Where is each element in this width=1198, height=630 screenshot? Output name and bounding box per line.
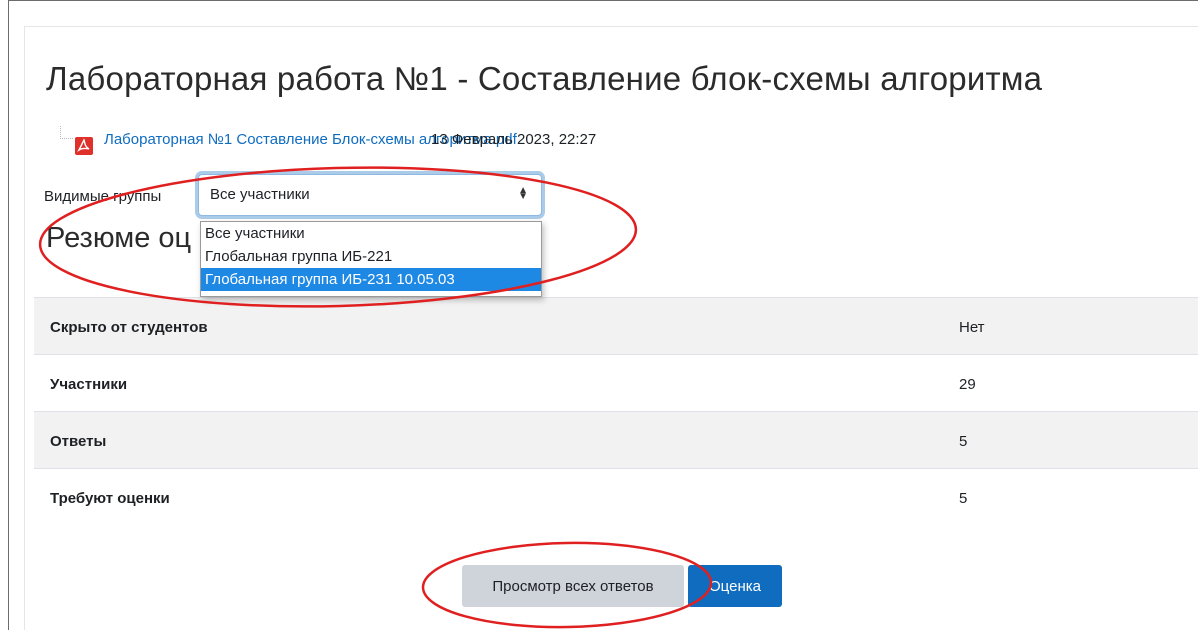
row-value: 5 — [959, 490, 968, 507]
dropdown-option[interactable]: Все участники — [201, 222, 541, 245]
table-row: Скрыто от студентов Нет — [34, 297, 1198, 354]
row-value: 29 — [959, 376, 976, 393]
visible-groups-select[interactable]: Все участники ▲ ▼ — [198, 174, 542, 216]
groups-dropdown-list: Все участники Глобальная группа ИБ-221 Г… — [200, 221, 542, 297]
summary-heading: Резюме оц — [46, 222, 192, 254]
row-label: Требуют оценки — [50, 490, 170, 507]
select-value: Все участники — [210, 186, 310, 203]
row-label: Ответы — [50, 433, 107, 450]
grade-button[interactable]: Оценка — [688, 565, 782, 607]
visible-groups-label: Видимые группы — [44, 188, 162, 205]
select-arrows-icon: ▲ ▼ — [518, 185, 528, 202]
table-row: Участники 29 — [34, 354, 1198, 411]
row-label: Скрыто от студентов — [50, 319, 208, 336]
dropdown-option[interactable]: Глобальная группа ИБ-221 — [201, 245, 541, 268]
pdf-icon — [75, 137, 93, 155]
row-label: Участники — [50, 376, 128, 393]
table-row: Требуют оценки 5 — [34, 468, 1198, 525]
table-row: Ответы 5 — [34, 411, 1198, 468]
attachment-date: 13 Февраль 2023, 22:27 — [431, 131, 597, 148]
tree-connector — [60, 126, 73, 139]
row-value: 5 — [959, 433, 968, 450]
view-all-submissions-button[interactable]: Просмотр всех ответов — [462, 565, 684, 607]
page-title: Лабораторная работа №1 - Составление бло… — [46, 60, 1043, 97]
row-value: Нет — [959, 319, 985, 336]
summary-table: Скрыто от студентов Нет Участники 29 Отв… — [34, 297, 1198, 525]
dropdown-option-highlighted[interactable]: Глобальная группа ИБ-231 10.05.03 — [201, 268, 541, 291]
